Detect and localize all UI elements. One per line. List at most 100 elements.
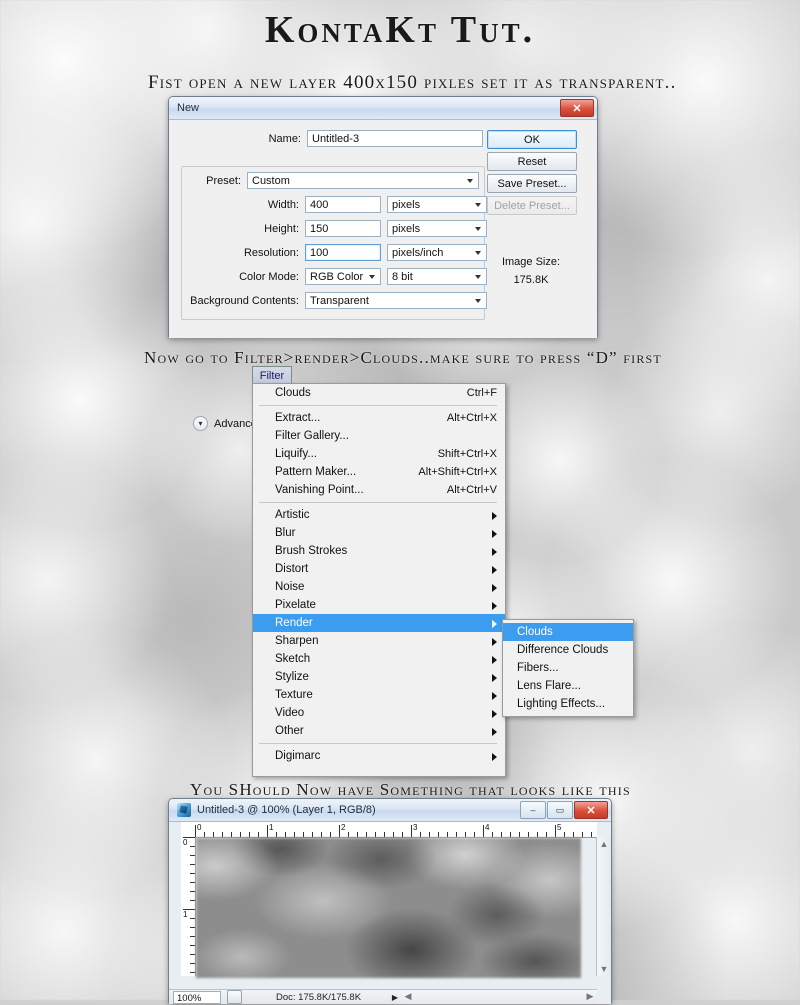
name-input[interactable]: Untitled-3 [307,130,483,147]
page-title: KontaKt Tut. [264,9,536,51]
menu-item-stylize[interactable]: Stylize [253,668,505,686]
menu-item-label: Liquify... [275,448,317,460]
image-document-window: Untitled-3 @ 100% (Layer 1, RGB/8) – ▭ ✕… [168,798,612,1004]
ok-button[interactable]: OK [487,130,577,149]
submenu-item-clouds[interactable]: Clouds [503,623,633,641]
ruler-minor-tick [564,832,565,837]
reset-button[interactable]: Reset [487,152,577,171]
save-preset-button[interactable]: Save Preset... [487,174,577,193]
chevron-down-icon [475,226,481,231]
submenu-arrow-icon [492,548,497,556]
menu-item-label: Artistic [275,509,310,521]
menu-item-clouds[interactable]: Clouds Ctrl+F [253,384,505,402]
scroll-up-icon[interactable]: ▲ [597,837,611,851]
submenu-item-label: Lighting Effects... [517,698,606,710]
ruler-minor-tick [190,945,195,946]
submenu-arrow-icon [492,710,497,718]
close-icon[interactable]: ✕ [574,801,608,819]
submenu-arrow-icon [492,620,497,628]
vertical-scrollbar[interactable]: ▲ ▼ [596,837,611,976]
submenu-item-difference-clouds[interactable]: Difference Clouds [503,641,633,659]
width-unit-select[interactable]: pixels [387,196,487,213]
ruler-minor-tick [231,832,232,837]
image-window-titlebar[interactable]: Untitled-3 @ 100% (Layer 1, RGB/8) – ▭ ✕ [169,799,611,822]
menu-item-brush-strokes[interactable]: Brush Strokes [253,542,505,560]
scroll-right-icon[interactable]: ▶ [583,990,597,1003]
ruler-minor-tick [357,832,358,837]
menu-item-label: Brush Strokes [275,545,348,557]
menu-item-texture[interactable]: Texture [253,686,505,704]
step-1-instruction: Fist open a new layer 400x150 pixles set… [148,72,677,93]
ruler-minor-tick [204,832,205,837]
menu-item-other[interactable]: Other [253,722,505,740]
menu-item-extract[interactable]: Extract... Alt+Ctrl+X [253,409,505,427]
menu-item-sharpen[interactable]: Sharpen [253,632,505,650]
menu-item-render[interactable]: Render [253,614,505,632]
image-canvas[interactable] [196,838,581,978]
ruler-label: 0 [197,823,202,832]
ruler-minor-tick [190,954,195,955]
menu-separator [259,405,497,406]
minimize-icon[interactable]: – [520,801,546,819]
ruler-minor-tick [438,832,439,837]
menu-item-artistic[interactable]: Artistic [253,506,505,524]
ruler-minor-tick [190,846,195,847]
menu-item-label: Render [275,617,313,629]
resolution-unit-select[interactable]: pixels/inch [387,244,487,261]
ruler-label: 5 [557,823,562,832]
width-input[interactable]: 400 [305,196,381,213]
menu-item-filter-gallery[interactable]: Filter Gallery... [253,427,505,445]
zoom-level-input[interactable]: 100% [173,990,221,1004]
ruler-minor-tick [330,832,331,837]
menu-item-pattern-maker[interactable]: Pattern Maker... Alt+Shift+Ctrl+X [253,463,505,481]
ruler-minor-tick [393,832,394,837]
menu-item-label: Video [275,707,305,719]
scroll-left-icon[interactable]: ◀ [401,990,415,1003]
menu-item-blur[interactable]: Blur [253,524,505,542]
bit-depth-select[interactable]: 8 bit [387,268,487,285]
menu-item-digimarc[interactable]: Digimarc [253,747,505,765]
image-size-value: 175.8K [513,274,549,286]
maximize-icon[interactable]: ▭ [547,801,573,819]
ruler-minor-tick [222,832,223,837]
color-mode-value: RGB Color [310,270,364,283]
height-unit-select[interactable]: pixels [387,220,487,237]
menu-item-vanishing-point[interactable]: Vanishing Point... Alt+Ctrl+V [253,481,505,499]
render-submenu: Clouds Difference Clouds Fibers... Lens Fla… [502,619,634,717]
ruler-minor-tick [447,832,448,837]
preset-label: Preset: [206,174,241,187]
menu-item-noise[interactable]: Noise [253,578,505,596]
color-mode-select[interactable]: RGB Color [305,268,381,285]
menu-item-liquify[interactable]: Liquify... Shift+Ctrl+X [253,445,505,463]
ruler-label: 3 [413,823,418,832]
submenu-item-fibers[interactable]: Fibers... [503,659,633,677]
height-input[interactable]: 150 [305,220,381,237]
submenu-item-lens-flare[interactable]: Lens Flare... [503,677,633,695]
resolution-input[interactable]: 100 [305,244,381,261]
width-unit-value: pixels [392,198,421,211]
submenu-arrow-icon [492,728,497,736]
menu-item-pixelate[interactable]: Pixelate [253,596,505,614]
menu-item-distort[interactable]: Distort [253,560,505,578]
menu-item-label: Other [275,725,304,737]
horizontal-scrollbar[interactable]: ◀ ▶ [401,989,597,1004]
status-menu-arrow-icon[interactable]: ▶ [392,993,398,1002]
menu-item-sketch[interactable]: Sketch [253,650,505,668]
ruler-minor-tick [190,864,195,865]
close-icon[interactable]: ✕ [560,99,594,117]
submenu-arrow-icon [492,566,497,574]
submenu-item-lighting-effects[interactable]: Lighting Effects... [503,695,633,713]
scroll-down-icon[interactable]: ▼ [597,962,611,976]
preset-select[interactable]: Custom [247,172,479,189]
menu-item-video[interactable]: Video [253,704,505,722]
menu-item-label: Extract... [275,412,321,424]
submenu-arrow-icon [492,512,497,520]
delete-preset-button: Delete Preset... [487,196,577,215]
background-contents-select[interactable]: Transparent [305,292,487,309]
menu-item-shortcut: Shift+Ctrl+X [437,448,497,460]
preview-thumb-icon[interactable] [227,990,242,1004]
menu-item-shortcut: Alt+Ctrl+X [446,412,497,424]
document-size-label: Doc: 175.8K/175.8K [276,991,362,1003]
new-dialog-titlebar[interactable]: New ✕ [169,97,597,120]
submenu-arrow-icon [492,674,497,682]
